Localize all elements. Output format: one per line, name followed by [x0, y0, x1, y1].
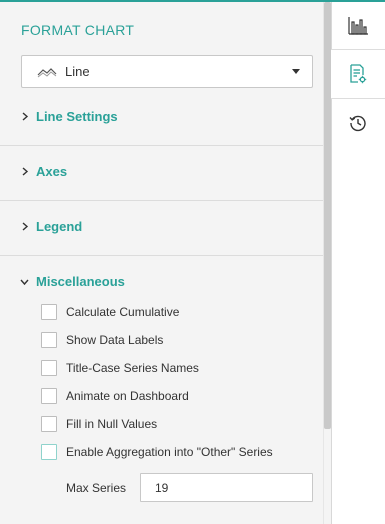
max-series-label: Max Series [66, 481, 127, 495]
section-label: Axes [36, 164, 68, 179]
option-fill-in-null-values[interactable]: Fill in Null Values [41, 415, 157, 433]
checkbox-label: Title-Case Series Names [66, 361, 199, 375]
section-legend[interactable]: Legend [0, 201, 323, 255]
checkbox-label: Show Data Labels [66, 333, 164, 347]
option-animate-on-dashboard[interactable]: Animate on Dashboard [41, 387, 189, 405]
section-miscellaneous[interactable]: Miscellaneous [0, 256, 323, 310]
checkbox[interactable] [41, 332, 57, 348]
chevron-down-icon [20, 279, 29, 286]
rail-chart-button[interactable] [331, 2, 385, 50]
panel-title: FORMAT CHART [21, 22, 135, 38]
option-calculate-cumulative[interactable]: Calculate Cumulative [41, 303, 179, 321]
checkbox[interactable] [41, 360, 57, 376]
rail-history-button[interactable] [331, 99, 385, 147]
option-title-case-series-names[interactable]: Title-Case Series Names [41, 359, 199, 377]
option-enable-aggregation[interactable]: Enable Aggregation into "Other" Series [41, 443, 273, 461]
option-show-data-labels[interactable]: Show Data Labels [41, 331, 163, 349]
checkbox-label: Calculate Cumulative [66, 305, 180, 319]
checkbox[interactable] [41, 416, 57, 432]
max-series-input[interactable] [140, 473, 313, 502]
section-label: Line Settings [36, 109, 118, 124]
checkbox-label: Fill in Null Values [66, 417, 158, 431]
line-chart-icon [37, 67, 57, 77]
chart-type-select[interactable]: Line [21, 55, 313, 88]
format-settings-icon [350, 64, 367, 84]
chevron-right-icon [22, 112, 29, 121]
checkbox[interactable] [41, 304, 57, 320]
section-label: Legend [36, 219, 83, 234]
history-icon [349, 115, 366, 132]
checkbox-label: Animate on Dashboard [66, 389, 189, 403]
section-axes[interactable]: Axes [0, 146, 323, 200]
chevron-down-icon [292, 69, 300, 74]
checkbox[interactable] [41, 388, 57, 404]
chevron-right-icon [22, 167, 29, 176]
rail-format-button[interactable] [331, 50, 385, 98]
checkbox[interactable] [41, 444, 57, 460]
section-line-settings[interactable]: Line Settings [0, 91, 323, 145]
bar-chart-icon [348, 17, 368, 35]
chart-type-value: Line [65, 64, 90, 79]
chevron-right-icon [22, 222, 29, 231]
scrollbar-thumb[interactable] [324, 2, 331, 429]
checkbox-label: Enable Aggregation into "Other" Series [66, 445, 273, 459]
section-label: Miscellaneous [36, 274, 125, 289]
